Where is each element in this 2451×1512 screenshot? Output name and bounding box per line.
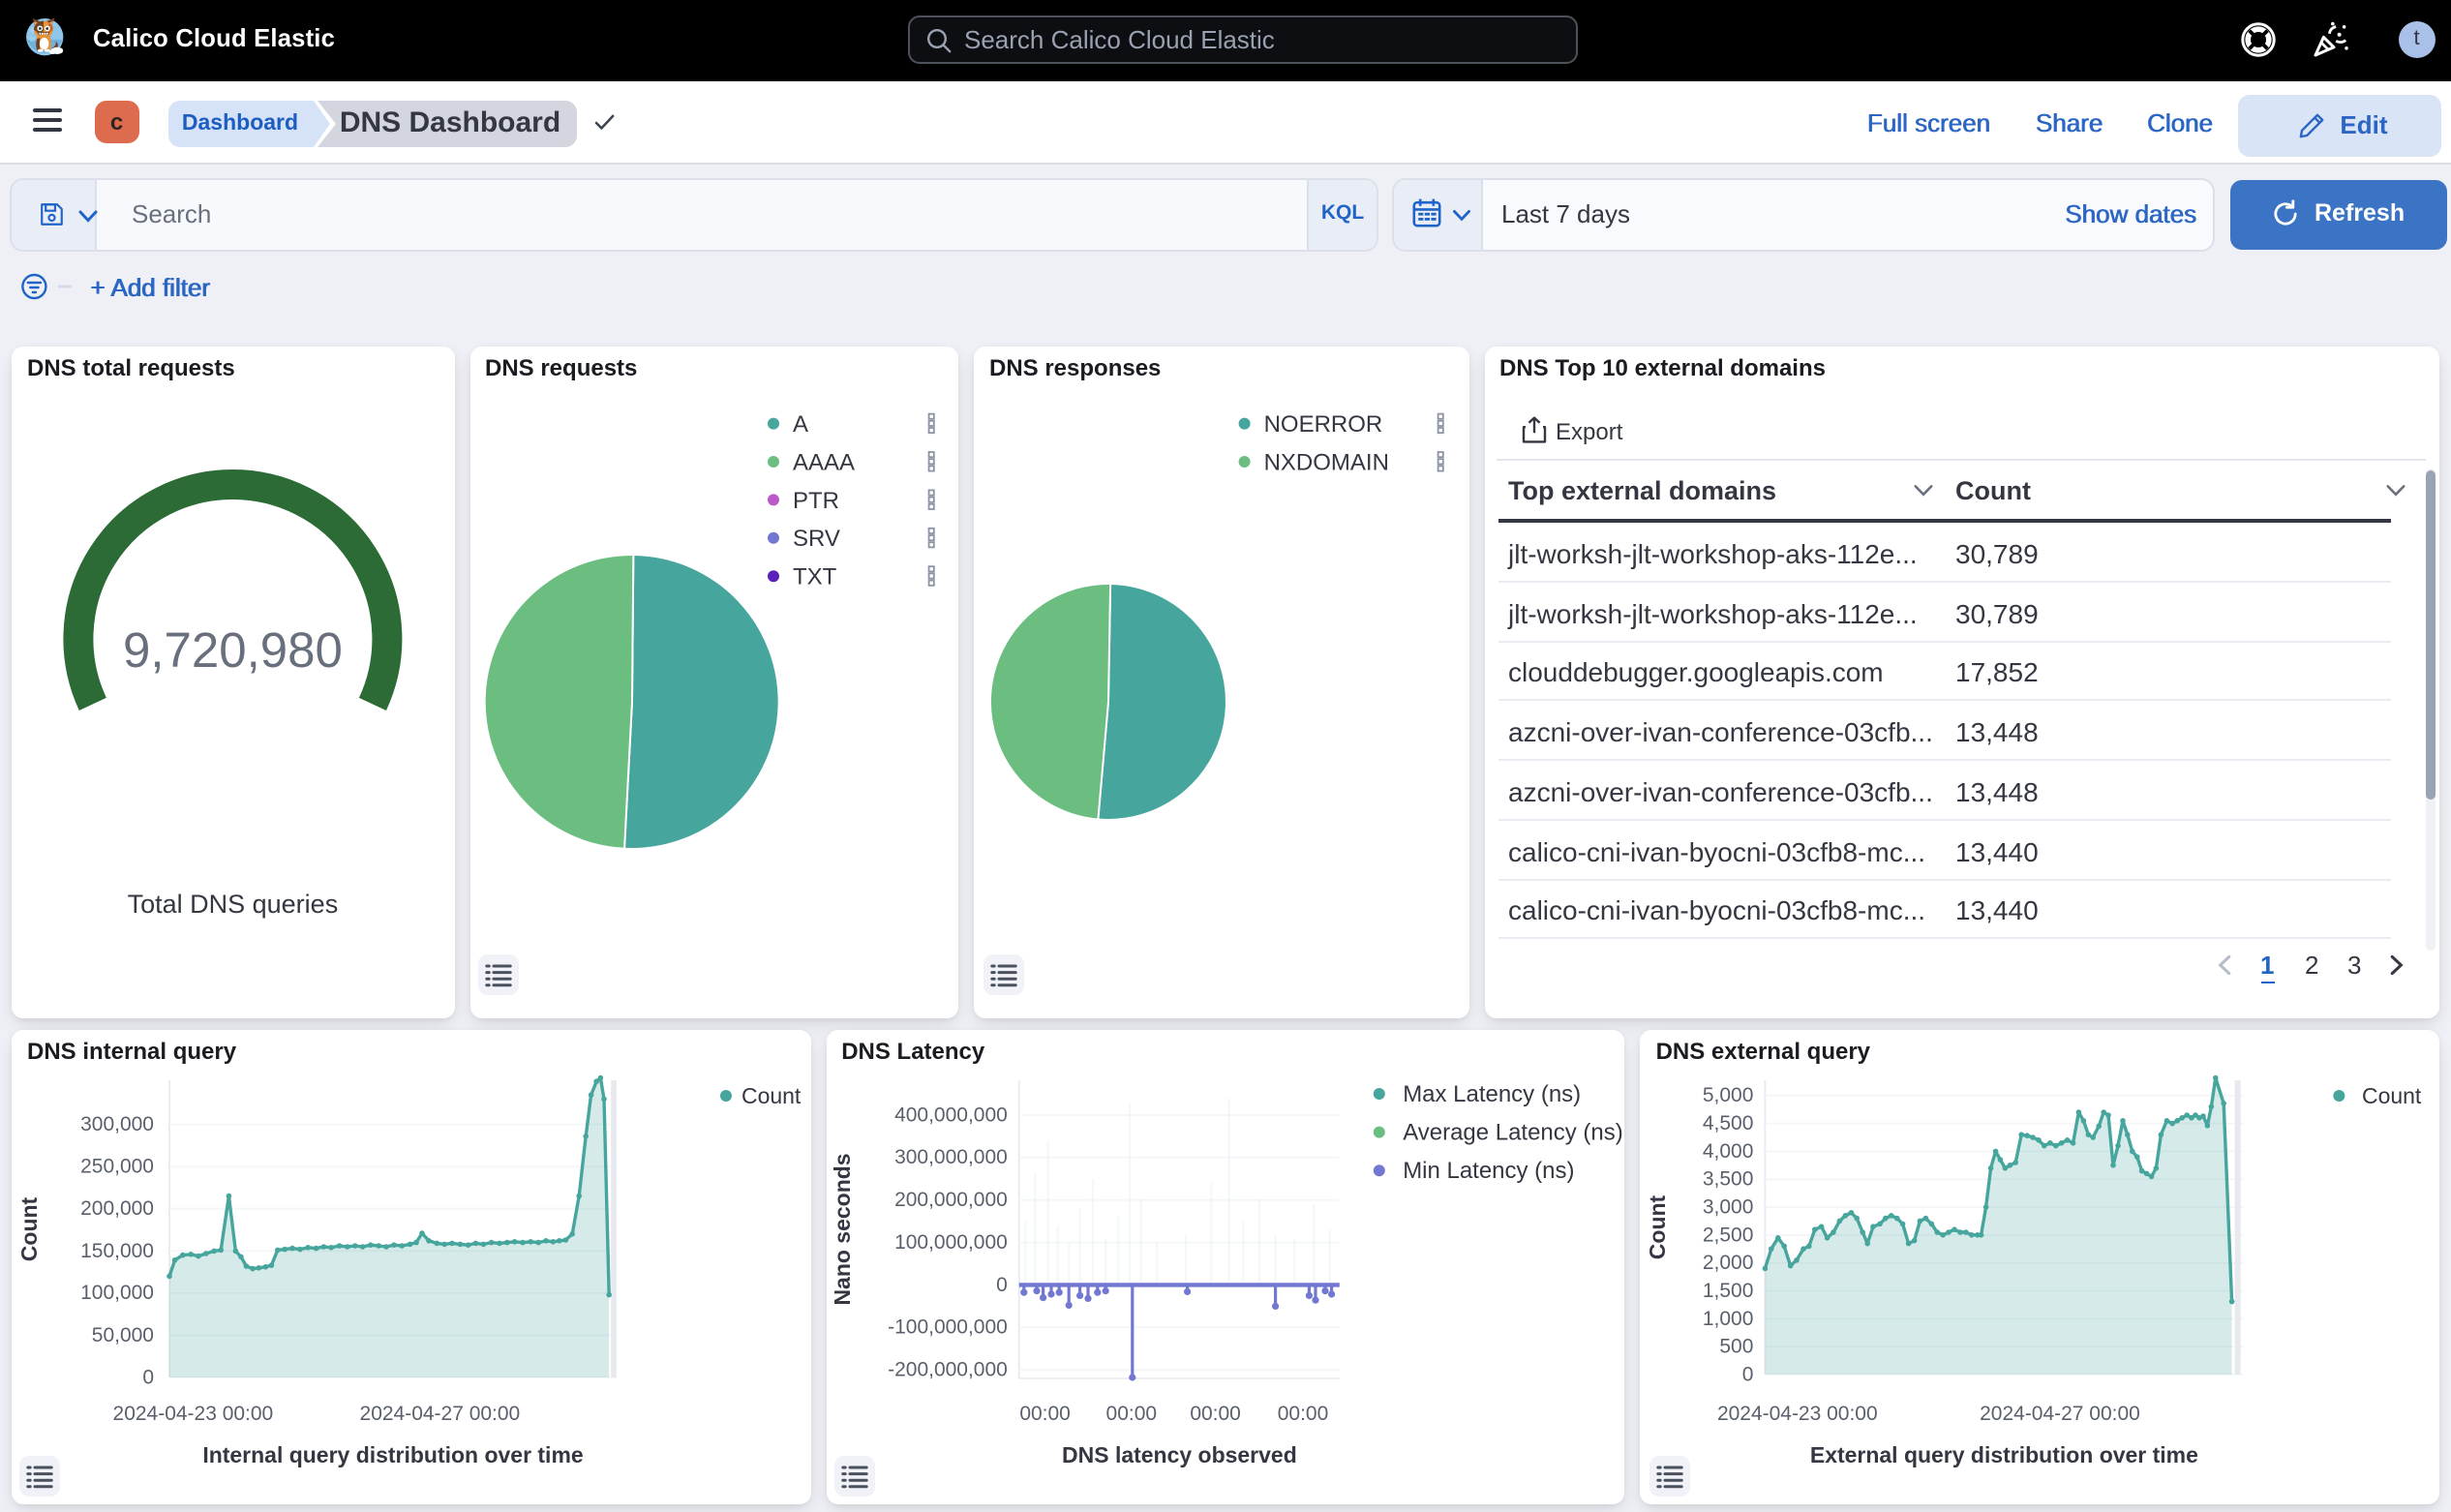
svg-text:0: 0 [995, 1274, 1007, 1296]
svg-text:AAAA: AAAA [792, 449, 854, 475]
svg-text:DNS latency observed: DNS latency observed [1061, 1442, 1296, 1467]
svg-text:3,500: 3,500 [1703, 1168, 1754, 1191]
svg-text:00:00: 00:00 [1190, 1403, 1241, 1425]
svg-text:2,000: 2,000 [1703, 1252, 1754, 1274]
svg-text:3,000: 3,000 [1703, 1195, 1754, 1218]
svg-text:2,500: 2,500 [1703, 1224, 1754, 1246]
svg-text:-100,000,000: -100,000,000 [887, 1316, 1007, 1339]
svg-text:NOERROR: NOERROR [1264, 411, 1383, 438]
svg-text:200,000,000: 200,000,000 [893, 1189, 1007, 1211]
svg-text:50,000: 50,000 [92, 1324, 154, 1346]
svg-text:NXDOMAIN: NXDOMAIN [1264, 449, 1389, 475]
svg-text:1,500: 1,500 [1703, 1280, 1754, 1302]
svg-text:SRV: SRV [792, 526, 839, 552]
svg-text:2024-04-27 00:00: 2024-04-27 00:00 [360, 1403, 521, 1425]
svg-text:PTR: PTR [792, 488, 838, 514]
svg-text:1,000: 1,000 [1703, 1308, 1754, 1330]
svg-text:250,000: 250,000 [80, 1156, 154, 1178]
svg-text:00:00: 00:00 [1277, 1403, 1328, 1425]
svg-text:300,000: 300,000 [80, 1113, 154, 1135]
svg-text:00:00: 00:00 [1019, 1403, 1071, 1425]
svg-text:100,000: 100,000 [80, 1282, 154, 1304]
svg-text:Count: Count [16, 1196, 42, 1261]
svg-text:200,000: 200,000 [80, 1197, 154, 1220]
svg-text:2024-04-23 00:00: 2024-04-23 00:00 [1718, 1403, 1879, 1425]
svg-text:Average Latency (ns): Average Latency (ns) [1402, 1120, 1622, 1146]
svg-text:Min Latency (ns): Min Latency (ns) [1402, 1158, 1573, 1184]
svg-text:Count: Count [1646, 1194, 1671, 1259]
svg-text:4,500: 4,500 [1703, 1112, 1754, 1134]
svg-text:0: 0 [1742, 1363, 1754, 1385]
svg-text:Nano seconds: Nano seconds [829, 1153, 854, 1305]
svg-text:-200,000,000: -200,000,000 [887, 1359, 1007, 1381]
svg-text:External query distribution ov: External query distribution over time [1810, 1442, 2198, 1467]
svg-text:00:00: 00:00 [1105, 1403, 1157, 1425]
svg-text:TXT: TXT [792, 564, 836, 590]
svg-text:2024-04-27 00:00: 2024-04-27 00:00 [1981, 1403, 2141, 1425]
svg-text:500: 500 [1720, 1336, 1754, 1358]
svg-text:400,000,000: 400,000,000 [893, 1104, 1007, 1126]
svg-text:Count: Count [2363, 1083, 2423, 1108]
svg-text:2024-04-23 00:00: 2024-04-23 00:00 [113, 1403, 274, 1425]
svg-text:Total DNS queries: Total DNS queries [128, 890, 339, 919]
svg-text:Max Latency (ns): Max Latency (ns) [1402, 1081, 1580, 1107]
svg-text:0: 0 [142, 1366, 154, 1388]
svg-text:Count: Count [741, 1083, 802, 1108]
svg-text:9,720,980: 9,720,980 [123, 622, 343, 678]
svg-text:4,000: 4,000 [1703, 1140, 1754, 1163]
svg-text:300,000,000: 300,000,000 [893, 1146, 1007, 1168]
svg-text:5,000: 5,000 [1703, 1084, 1754, 1106]
svg-text:A: A [792, 411, 807, 438]
svg-text:150,000: 150,000 [80, 1240, 154, 1262]
svg-text:Internal query distribution ov: Internal query distribution over time [202, 1442, 583, 1467]
svg-text:100,000,000: 100,000,000 [893, 1231, 1007, 1254]
